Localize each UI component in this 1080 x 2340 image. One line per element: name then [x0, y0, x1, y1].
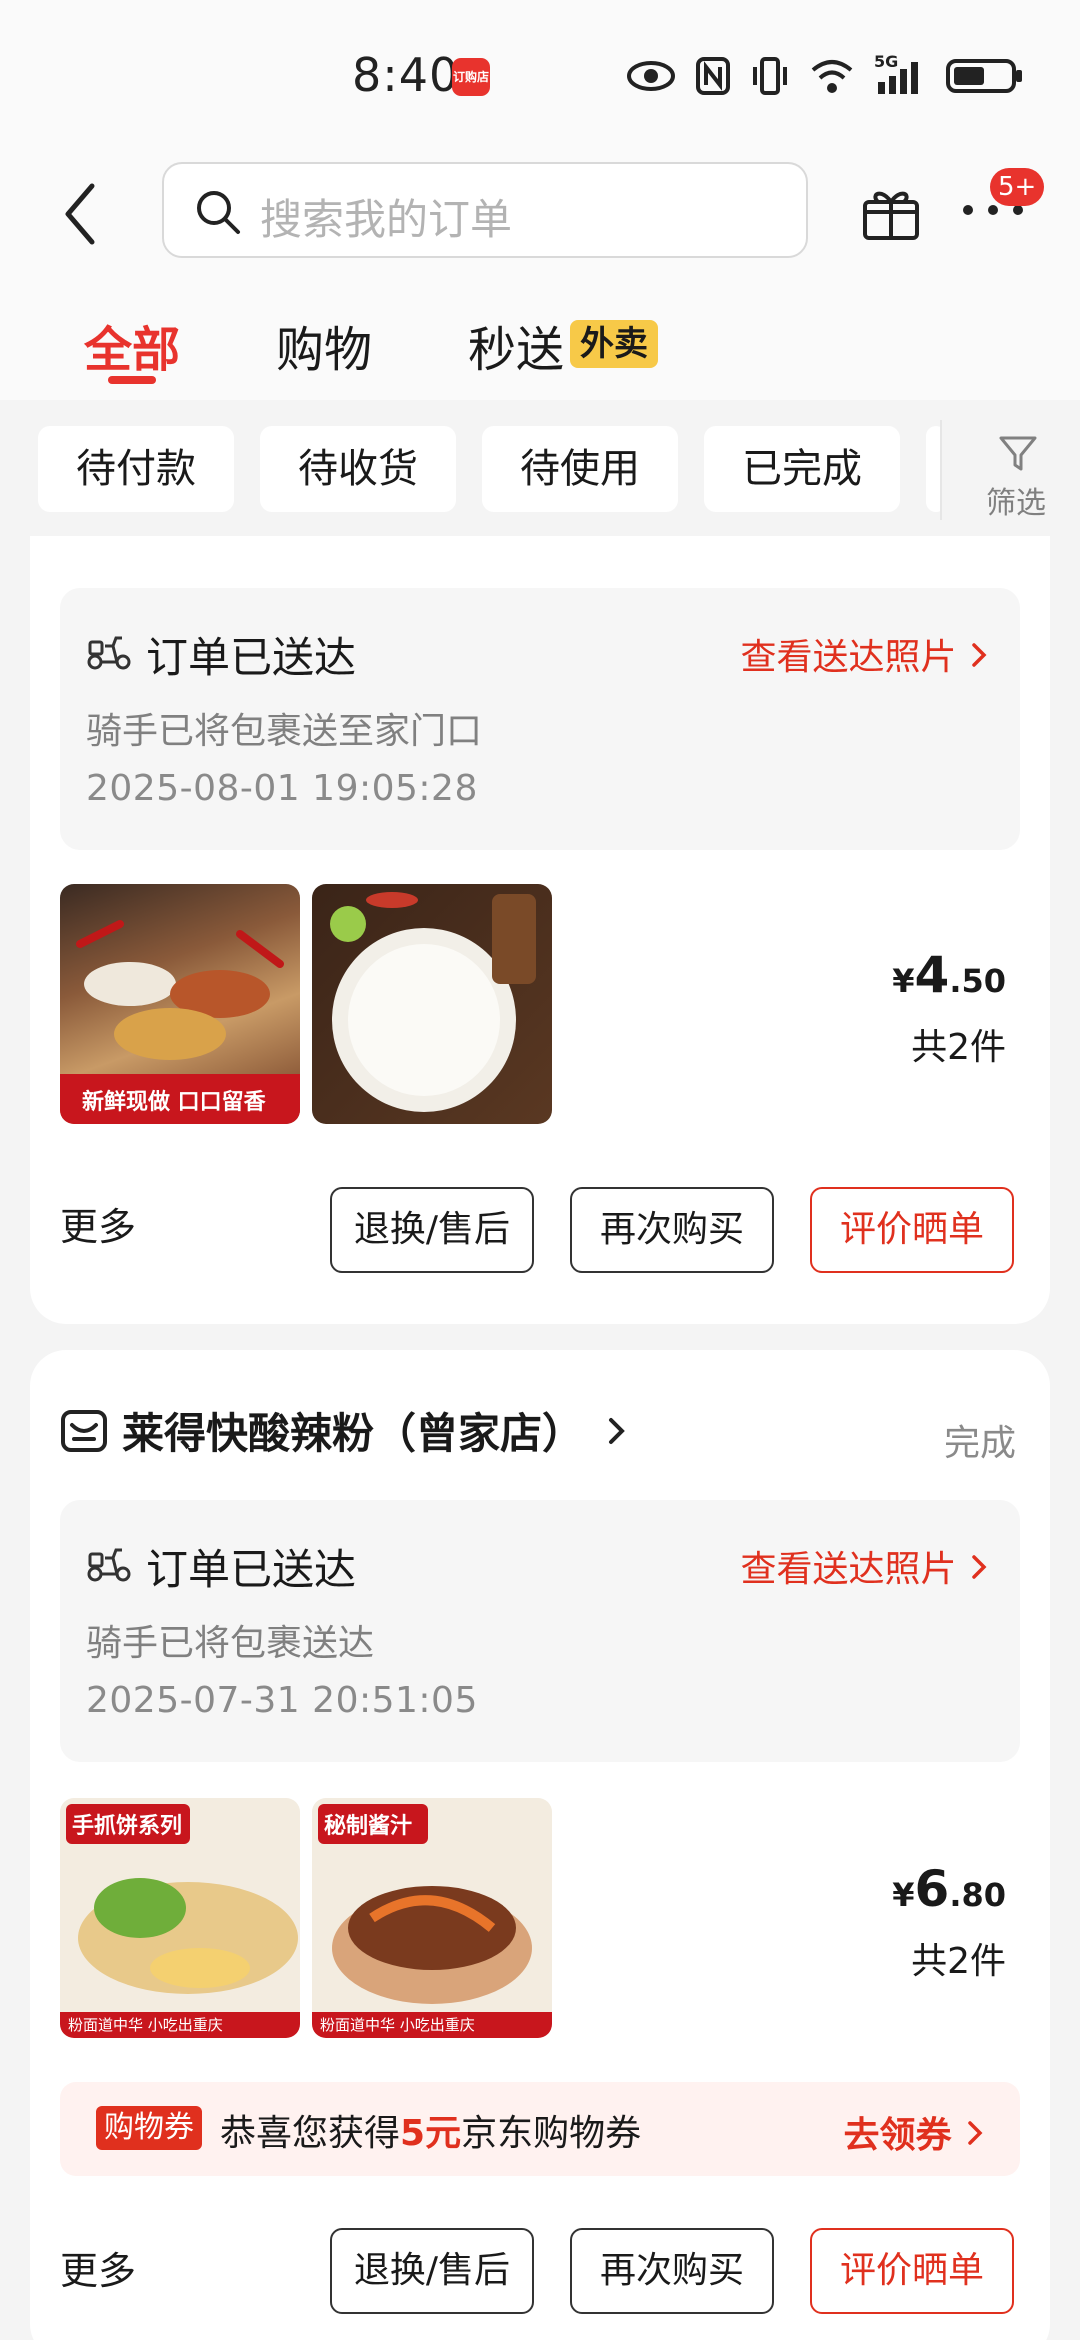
funnel-icon	[999, 436, 1037, 471]
gift-button[interactable]	[860, 180, 922, 246]
delivery-description: 骑手已将包裹送至家门口	[86, 711, 483, 752]
delivery-title: 订单已送达	[146, 1545, 357, 1594]
product-footer-caption: 粉面道中华 小吃出重庆	[68, 2016, 223, 2034]
gift-icon	[863, 191, 919, 240]
scooter-icon	[87, 1548, 131, 1582]
product-caption: 新鲜现做 口口留香	[82, 1090, 266, 1115]
delivery-status-box[interactable]: 订单已送达 查看送达照片 骑手已将包裹送达 2025-07-31 20:51:0…	[60, 1500, 1020, 1762]
tab-shopping[interactable]: 购物	[276, 310, 372, 380]
review-button[interactable]: 评价晒单	[810, 2228, 1014, 2314]
coupon-tag: 购物券	[96, 2106, 202, 2150]
more-actions-link[interactable]: 更多	[60, 1196, 136, 1251]
order-card: 莱得快酸辣粉（曾家店） 完成 订单已送达 查看送达照片 骑手已将包裹送达 202…	[30, 1350, 1050, 2340]
back-button[interactable]	[56, 178, 106, 248]
item-count: 共2件	[911, 1027, 1006, 1068]
order-type-tabs: 全部 购物 秒送 外卖	[0, 280, 1080, 400]
order-status: 完成	[943, 1423, 1016, 1464]
view-delivery-photo-label: 查看送达照片	[740, 637, 957, 678]
buy-again-button[interactable]: 再次购买	[570, 1187, 774, 1273]
shop-header[interactable]: 莱得快酸辣粉（曾家店）	[60, 1400, 628, 1461]
app-notification-icon: 订购店	[452, 58, 490, 96]
return-aftersales-button[interactable]: 退换/售后	[330, 1187, 534, 1273]
delivery-description: 骑手已将包裹送达	[86, 1623, 375, 1664]
currency-symbol: ¥	[892, 962, 915, 1000]
system-icons: 5G	[626, 52, 1024, 100]
delivery-status-box[interactable]: 订单已送达 查看送达照片 骑手已将包裹送至家门口 2025-08-01 19:0…	[60, 588, 1020, 850]
filter-pending-use[interactable]: 待使用	[482, 426, 678, 512]
search-placeholder: 搜索我的订单	[260, 195, 513, 244]
product-image[interactable]	[312, 884, 552, 1124]
product-image[interactable]: 秘制酱汁 粉面道中华 小吃出重庆	[312, 1798, 552, 2038]
order-card: 订单已送达 查看送达照片 骑手已将包裹送至家门口 2025-08-01 19:0…	[30, 536, 1050, 1324]
currency-symbol: ¥	[892, 1876, 915, 1914]
scooter-icon	[87, 636, 131, 670]
network-label: 5G	[874, 52, 899, 71]
review-button[interactable]: 评价晒单	[810, 1187, 1014, 1273]
price-integer: 6	[914, 1860, 950, 1918]
delivery-time: 2025-08-01 19:05:28	[86, 768, 478, 809]
search-input[interactable]: 搜索我的订单	[162, 162, 808, 258]
delivery-title: 订单已送达	[146, 633, 357, 682]
price-decimal: .50	[949, 962, 1006, 1000]
order-total-price: ¥4.50	[892, 946, 1006, 1004]
cellular-5g-icon: 5G	[874, 52, 926, 98]
claim-coupon-label: 去领券	[843, 2115, 952, 2156]
item-count: 共2件	[911, 1941, 1006, 1982]
battery-icon	[946, 57, 1024, 99]
chevron-right-icon	[972, 1555, 987, 1579]
notification-badge: 5+	[990, 168, 1045, 206]
chevron-right-icon	[968, 2121, 983, 2145]
filter-completed[interactable]: 已完成	[704, 426, 900, 512]
active-tab-indicator	[108, 376, 156, 384]
filter-label: 筛选	[986, 486, 1046, 521]
store-icon	[61, 1409, 107, 1452]
view-delivery-photo-label: 查看送达照片	[740, 1549, 957, 1590]
filter-pending-payment[interactable]: 待付款	[38, 426, 234, 512]
coupon-banner[interactable]: 购物券 恭喜您获得5元京东购物券 去领券	[60, 2082, 1020, 2176]
status-time: 8:40	[352, 48, 460, 102]
buy-again-button[interactable]: 再次购买	[570, 2228, 774, 2314]
coupon-amount: 5元	[400, 2113, 462, 2154]
return-aftersales-button[interactable]: 退换/售后	[330, 2228, 534, 2314]
filter-button[interactable]: 筛选	[940, 420, 1080, 521]
product-footer-caption: 粉面道中华 小吃出重庆	[320, 2016, 475, 2034]
shop-name: 莱得快酸辣粉（曾家店）	[122, 1409, 585, 1458]
status-bar: 8:40 订购店 5G	[0, 0, 1080, 150]
view-delivery-photo-link[interactable]: 查看送达照片	[741, 628, 990, 680]
price-integer: 4	[914, 946, 950, 1004]
chevron-right-icon	[972, 643, 987, 667]
chevron-right-icon	[609, 1417, 625, 1444]
product-series-tag: 手抓饼系列	[72, 1814, 183, 1839]
product-image[interactable]: 手抓饼系列 粉面道中华 小吃出重庆	[60, 1798, 300, 2038]
filter-pending-receipt[interactable]: 待收货	[260, 426, 456, 512]
order-total-price: ¥6.80	[892, 1860, 1006, 1918]
coupon-message-prefix: 恭喜您获得	[220, 2113, 401, 2154]
search-icon	[197, 191, 240, 234]
tab-instant-delivery[interactable]: 秒送	[468, 310, 564, 380]
product-image[interactable]: 新鲜现做 口口留香	[60, 884, 300, 1124]
coupon-message: 恭喜您获得5元京东购物券	[220, 2104, 641, 2156]
rice-bowl-illustration	[330, 892, 536, 1112]
view-delivery-photo-link[interactable]: 查看送达照片	[741, 1540, 990, 1592]
coupon-message-suffix: 京东购物券	[461, 2113, 642, 2154]
wifi-icon	[810, 58, 854, 98]
product-series-tag: 秘制酱汁	[324, 1814, 413, 1839]
more-actions-link[interactable]: 更多	[60, 2240, 136, 2295]
nfc-icon	[696, 57, 730, 99]
delivery-time: 2025-07-31 20:51:05	[86, 1680, 478, 1721]
status-filters: 待付款 待收货 待使用 已完成 筛选	[0, 400, 1080, 536]
claim-coupon-link[interactable]: 去领券	[843, 2106, 986, 2158]
vibrate-icon	[750, 57, 790, 99]
back-arrow-icon	[65, 183, 95, 245]
top-header: 搜索我的订单 5+	[0, 150, 1080, 280]
eye-icon	[626, 60, 676, 96]
tab-all[interactable]: 全部	[84, 310, 180, 380]
takeout-tag: 外卖	[570, 320, 658, 368]
price-decimal: .80	[949, 1876, 1006, 1914]
